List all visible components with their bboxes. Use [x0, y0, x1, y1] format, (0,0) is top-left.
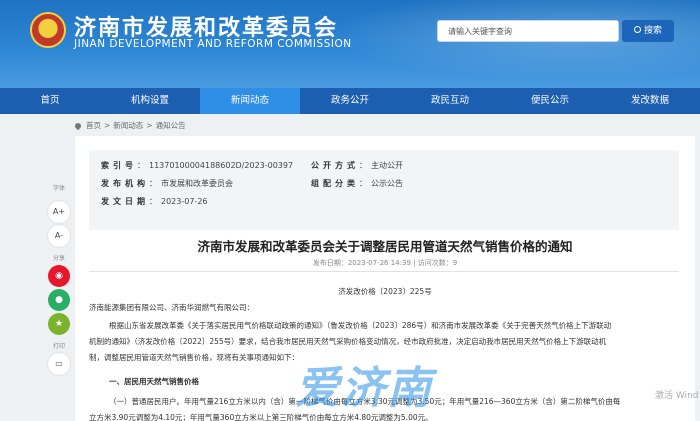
site-subtitle: JINAN DEVELOPMENT AND REFORM COMMISSION [74, 38, 352, 50]
breadcrumb-notices[interactable]: 通知公告 [156, 120, 186, 131]
font-label: 字体 [52, 185, 65, 192]
nav-item-public-notice[interactable]: 便民公示 [500, 88, 600, 114]
site-header: ★ 济南市发展和改革委员会 JINAN DEVELOPMENT AND REFO… [0, 0, 700, 88]
meta-date: 发文日期： 2023-07-26 [101, 197, 208, 206]
nav-item-home[interactable]: 首页 [0, 88, 100, 114]
print-label: 打印 [52, 343, 65, 350]
weibo-share-icon[interactable]: ◉ [48, 265, 70, 287]
search-button-label: 搜索 [643, 26, 662, 36]
national-emblem-icon: ★ [30, 12, 66, 48]
share-label: 分享 [52, 255, 65, 262]
windows-activation-notice: 激活 Wind [655, 391, 699, 401]
paragraph-1-line-1: 根据山东省发展改革委《关于落实居民用气价格联动政策的通知》（鲁发改价格〔2023… [109, 321, 612, 330]
meta-publisher: 发布机构： 市发展和改革委员会 [101, 179, 233, 188]
breadcrumb-separator: > [104, 121, 111, 130]
meta-category: 组配分类： 公示公告 [311, 179, 403, 188]
search-button[interactable]: 搜索 [622, 20, 674, 42]
recipients: 济南能源集团有限公司、济南华润燃气有限公司： [89, 303, 254, 312]
search-input[interactable]: 请输入关键字查询 [437, 20, 619, 42]
nav-item-gov-affairs[interactable]: 政务公开 [300, 88, 400, 114]
article-meta: 索引号： 11370100004188602D/2023-00397 公开方式：主… [89, 150, 679, 230]
location-pin-icon [73, 121, 83, 130]
print-icon[interactable]: ▭ [48, 353, 70, 375]
breadcrumb-news[interactable]: 新闻动态 [113, 120, 143, 131]
search-icon [633, 26, 641, 33]
main-nav: 首页 机构设置 新闻动态 政务公开 政民互动 便民公示 发改数据 [0, 88, 700, 114]
article-title: 济南市发展和改革委员会关于调整居民用管道天然气销售价格的通知 [197, 239, 573, 254]
document-number: 济发改价格〔2023〕225号 [338, 287, 432, 296]
meta-publish-method: 公开方式： 主动公开 [311, 161, 403, 170]
breadcrumb-separator: > [146, 121, 153, 130]
nav-item-news[interactable]: 新闻动态 [200, 88, 300, 114]
nav-item-organization[interactable]: 机构设置 [100, 88, 200, 114]
watermark-logo: 爱济南 [295, 363, 433, 414]
divider [89, 271, 679, 272]
nav-item-interaction[interactable]: 政民互动 [400, 88, 500, 114]
section-heading-1: 一、居民用天然气销售价格 [109, 377, 199, 386]
breadcrumb-home[interactable]: 首页 [86, 120, 101, 131]
font-decrease-button[interactable]: A- [48, 225, 70, 247]
meta-index: 索引号： 11370100004188602D/2023-00397 [101, 161, 294, 170]
paragraph-1-line-2: 机制的通知》（济发改价格〔2022〕255号）要求，结合我市居民用天然气采购价格… [89, 337, 607, 346]
article-info: 发布日期：2023-07-26 14:39 | 访问次数：9 [312, 259, 458, 267]
wechat-share-icon[interactable]: ● [48, 289, 70, 311]
font-increase-button[interactable]: A+ [48, 201, 70, 223]
qzone-share-icon[interactable]: ★ [48, 313, 70, 335]
nav-item-data[interactable]: 发改数据 [600, 88, 700, 114]
breadcrumb: 首页 > 新闻动态 > 通知公告 [73, 120, 186, 131]
